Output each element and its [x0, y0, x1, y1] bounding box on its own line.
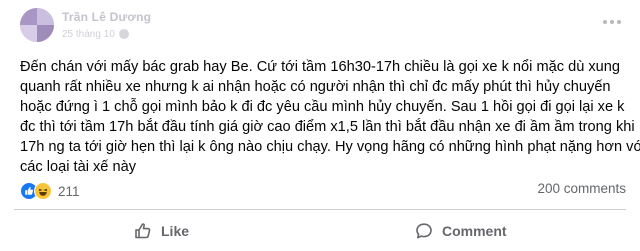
avatar[interactable]: [20, 8, 54, 42]
reaction-count: 211: [58, 183, 80, 199]
more-dot-icon: [617, 20, 621, 24]
haha-icon: [34, 182, 52, 200]
globe-icon: [118, 29, 129, 39]
comments-count-link[interactable]: 200 comments: [537, 181, 626, 196]
divider: [14, 209, 626, 210]
post-time[interactable]: 25 tháng 10: [62, 29, 115, 40]
post-text-line: hoặc đứng ì 1 chỗ gọi mình bảo k đi đc y…: [20, 99, 625, 115]
like-label: Like: [161, 223, 190, 239]
post-text-line: các loại tài xế này: [20, 159, 137, 175]
comment-icon: [416, 223, 432, 239]
post-text-line: Đến chán với mấy bác grab hay Be. Cứ tới…: [20, 59, 621, 75]
thumbs-up-icon: [135, 223, 151, 239]
post-text-line: quanh rất nhiều xe nhưng k ai nhận hoặc …: [20, 79, 611, 95]
post-text: Đến chán với mấy bác grab hay Be. Cứ tới…: [20, 57, 640, 177]
post-text-line: đc thì tới tầm 17h bắt đầu tính giá giờ …: [20, 119, 635, 135]
more-dot-icon: [610, 20, 614, 24]
comment-button[interactable]: Comment: [414, 214, 507, 248]
post-text-line: 17h ng ta tới giờ hẹn thì lại k ông nào …: [20, 139, 640, 155]
facebook-post: Trần Lê Dương 25 tháng 10 Đến chán với m…: [0, 0, 640, 251]
reactions-summary[interactable]: 211: [20, 180, 80, 202]
more-options-button[interactable]: [598, 12, 626, 32]
more-dot-icon: [603, 20, 607, 24]
like-button[interactable]: Like: [133, 214, 189, 248]
reaction-icons: [20, 181, 56, 201]
post-meta: 25 tháng 10: [62, 28, 129, 40]
author-name[interactable]: Trần Lê Dương: [62, 10, 151, 24]
comment-label: Comment: [442, 223, 507, 239]
